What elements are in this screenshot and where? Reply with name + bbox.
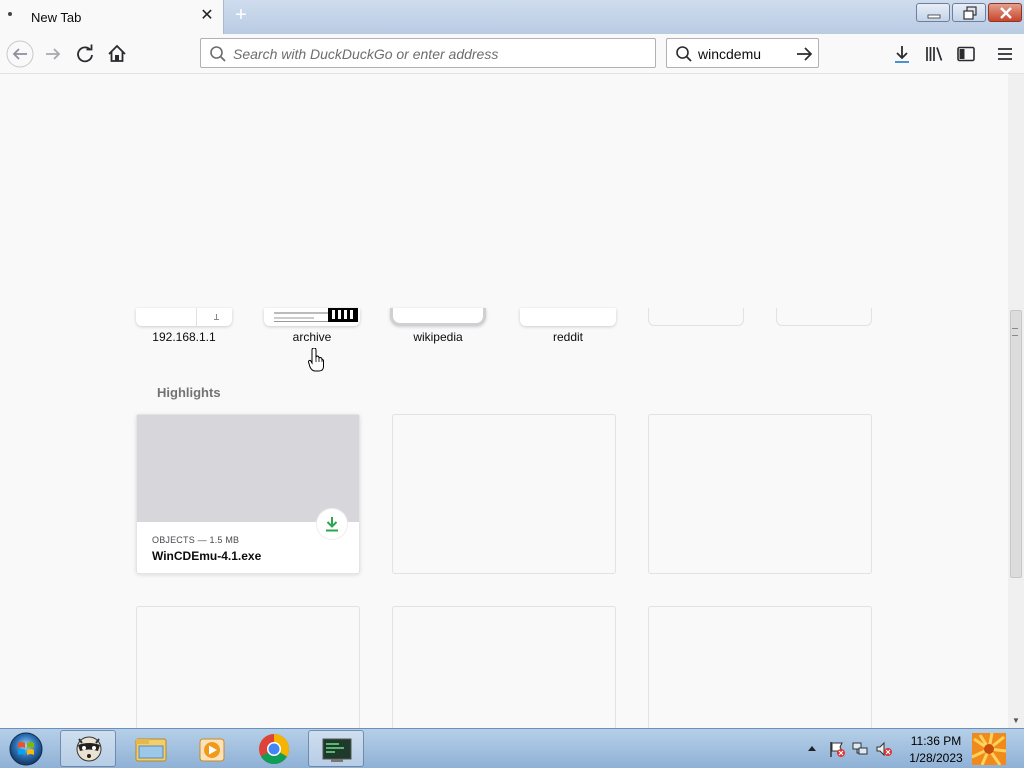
forward-arrow-icon [46, 48, 61, 60]
action-center-flag-icon[interactable] [828, 740, 846, 758]
taskbar-app-raccoon[interactable] [60, 730, 116, 767]
sidebar-button[interactable] [951, 39, 981, 69]
top-site-tile[interactable]: archive [264, 308, 360, 346]
raccoon-app-icon [76, 736, 102, 762]
reload-button[interactable] [70, 39, 100, 69]
highlight-preview [137, 415, 359, 522]
top-site-thumbnail [390, 308, 486, 326]
volume-muted-icon[interactable] [875, 740, 893, 758]
top-site-label: reddit [552, 330, 584, 344]
top-site-tile-empty [776, 308, 872, 346]
downloads-button[interactable] [887, 39, 917, 69]
highlight-placeholder [136, 606, 360, 728]
download-icon [326, 517, 338, 532]
top-site-label: archive [292, 330, 332, 344]
scrollbar-grip-icon [1012, 328, 1018, 336]
taskbar-app-media-player[interactable] [186, 730, 242, 767]
address-placeholder: Search with DuckDuckGo or enter address [233, 46, 499, 62]
top-site-tile-empty [648, 308, 744, 346]
highlight-title: WinCDEmu-4.1.exe [152, 549, 262, 563]
restore-icon [963, 6, 977, 20]
tab-indicator-icon [8, 12, 12, 16]
forward-button[interactable] [38, 39, 68, 69]
media-player-icon [199, 738, 225, 762]
search-bar[interactable]: wincdemu [666, 38, 819, 68]
close-tab-button[interactable]: ✕ [198, 6, 216, 26]
minimize-button[interactable] [916, 3, 950, 22]
reload-icon [77, 44, 93, 63]
download-badge [317, 509, 347, 539]
restore-button[interactable] [952, 3, 986, 22]
taskbar-app-terminal[interactable] [308, 730, 364, 767]
chrome-icon [259, 734, 290, 765]
sidebar-icon [957, 46, 975, 62]
close-window-button[interactable] [988, 3, 1022, 22]
back-button[interactable] [5, 39, 35, 69]
highlights-heading[interactable]: Highlights [157, 385, 221, 400]
download-icon [895, 46, 909, 63]
clock-time[interactable]: 11:36 PM [896, 734, 976, 748]
minimize-icon [927, 14, 941, 19]
top-site-thumbnail [520, 308, 616, 326]
scrollbar-thumb[interactable] [1010, 310, 1022, 578]
search-input[interactable]: wincdemu [698, 46, 761, 62]
hand-cursor-icon [308, 348, 324, 372]
top-site-tile[interactable]: wikipedia [390, 308, 486, 346]
home-button[interactable] [102, 39, 132, 69]
highlight-placeholder [392, 606, 616, 728]
highlight-card[interactable]: OBJECTS — 1.5 MB WinCDEmu-4.1.exe [136, 414, 360, 574]
new-tab-page: 192.168.1.1 archive wikipedia reddit Hig… [0, 74, 1008, 728]
menu-button[interactable] [990, 39, 1020, 69]
top-site-placeholder [648, 308, 744, 326]
library-icon [926, 47, 943, 61]
clock-date[interactable]: 1/28/2023 [896, 751, 976, 765]
show-desktop-button[interactable] [972, 733, 1006, 765]
back-arrow-icon [6, 40, 34, 68]
new-tab-button[interactable]: + [230, 4, 252, 28]
folder-icon [135, 738, 167, 762]
top-site-label: 192.168.1.1 [152, 330, 216, 344]
navigation-toolbar: Search with DuckDuckGo or enter address … [0, 34, 1024, 74]
start-button[interactable] [6, 731, 46, 767]
library-button[interactable] [919, 39, 949, 69]
address-bar[interactable]: Search with DuckDuckGo or enter address [200, 38, 656, 68]
title-bar: New Tab ✕ + [0, 0, 1024, 34]
highlight-meta: OBJECTS — 1.5 MB [152, 535, 240, 545]
search-icon [210, 46, 226, 62]
highlight-placeholder [648, 606, 872, 728]
search-icon [676, 46, 692, 62]
scroll-down-arrow-icon[interactable]: ▼ [1012, 716, 1020, 725]
highlight-placeholder [648, 414, 872, 574]
top-site-tile[interactable]: reddit [520, 308, 616, 346]
close-icon [1000, 7, 1012, 19]
hamburger-menu-icon [998, 48, 1012, 60]
highlight-placeholder [392, 414, 616, 574]
tab-new-tab[interactable]: New Tab ✕ [0, 0, 224, 34]
search-go-arrow-icon[interactable] [795, 45, 813, 63]
home-icon [108, 44, 126, 62]
top-site-label: wikipedia [413, 330, 463, 344]
taskbar-app-chrome[interactable] [246, 730, 302, 767]
network-icon[interactable] [851, 740, 869, 758]
vertical-scrollbar[interactable]: ▼ [1008, 74, 1024, 728]
monitor-app-icon [322, 738, 352, 762]
windows-taskbar: 11:36 PM 1/28/2023 [0, 728, 1024, 768]
taskbar-app-explorer[interactable] [124, 730, 180, 767]
top-site-thumbnail [264, 308, 360, 326]
show-hidden-icons-arrow-icon[interactable] [806, 743, 818, 753]
top-site-placeholder [776, 308, 872, 326]
tab-title: New Tab [31, 10, 82, 25]
top-site-thumbnail [136, 308, 232, 326]
top-site-tile[interactable]: 192.168.1.1 [136, 308, 232, 346]
